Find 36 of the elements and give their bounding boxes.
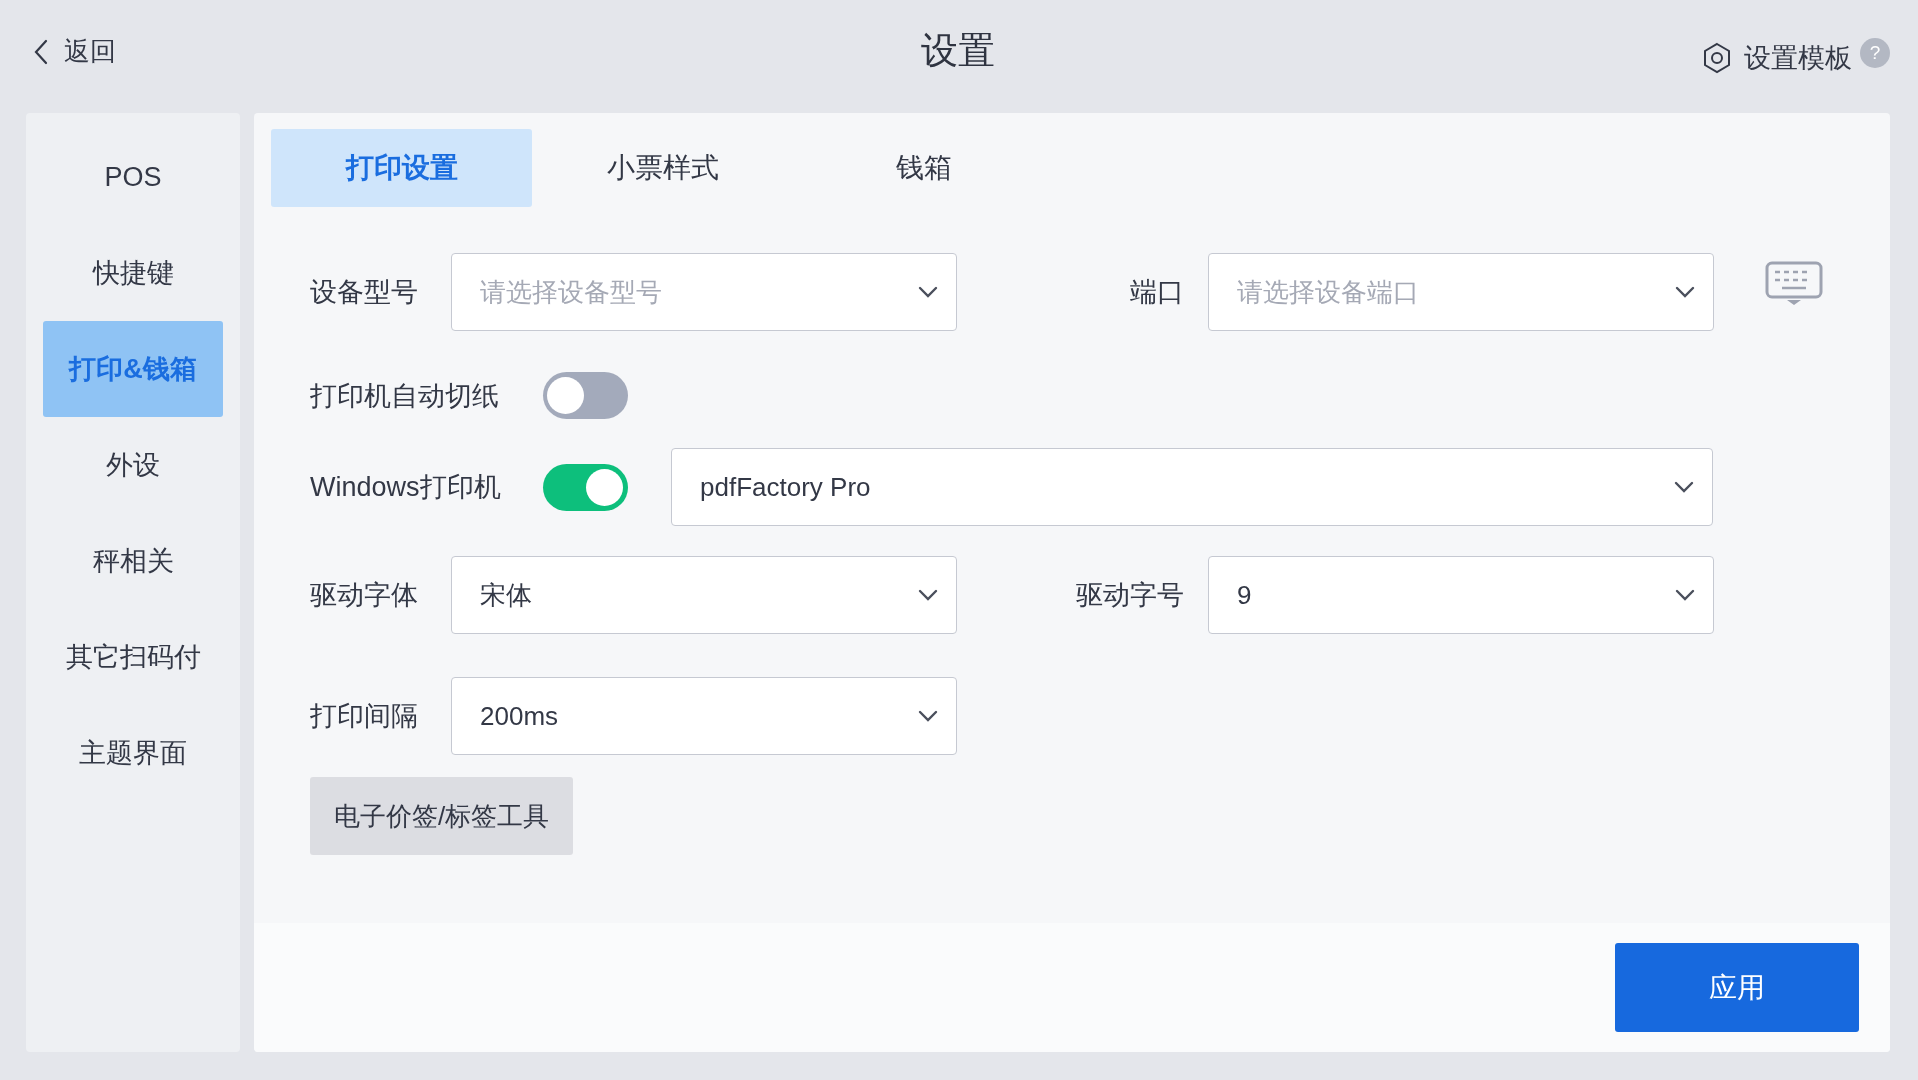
dropdown-field[interactable]: 200ms [451,677,957,755]
page-title: 设置 [921,28,995,73]
chevron-down-icon [918,286,938,298]
sidebar-item[interactable]: POS [43,129,223,225]
template-settings-link[interactable]: 设置模板 [1702,39,1852,76]
apply-button[interactable]: 应用 [1615,943,1859,1032]
chevron-down-icon [1674,481,1694,493]
dropdown-field[interactable]: pdfFactory Pro [671,448,1713,526]
dropdown-field[interactable]: 9 [1208,556,1714,634]
keyboard-icon[interactable] [1765,260,1823,306]
chevron-down-icon [918,710,938,722]
field-label: 端口 [1129,276,1185,309]
field-label: 驱动字号 [1075,579,1185,612]
field-label: 打印机自动切纸 [310,379,500,413]
chevron-left-icon [34,38,48,65]
tab[interactable]: 钱箱 [793,129,1054,207]
chevron-down-icon [918,589,938,601]
field-label: 驱动字体 [310,579,419,612]
sidebar-item[interactable]: 主题界面 [43,705,223,801]
field-label: Windows打印机 [310,471,502,504]
tab[interactable]: 打印设置 [271,129,532,207]
toggle-switch[interactable] [543,372,628,419]
label-tool-button[interactable]: 电子价签/标签工具 [310,777,574,855]
field-label: 打印间隔 [310,700,419,733]
toggle-switch[interactable] [543,463,628,511]
sidebar-item[interactable]: 秤相关 [43,513,223,609]
sidebar-item[interactable]: 快捷键 [43,225,223,321]
sidebar-item[interactable]: 其它扫码付 [43,609,223,705]
chevron-down-icon [1675,286,1695,298]
chevron-down-icon [1675,589,1695,601]
settings-icon [1702,41,1732,74]
field-label: 设备型号 [310,276,419,309]
sidebar-item[interactable]: 外设 [43,417,223,513]
back-link[interactable]: 返回 [26,34,116,69]
tab[interactable]: 小票样式 [532,129,793,207]
dropdown-field[interactable]: 宋体 [451,556,957,634]
